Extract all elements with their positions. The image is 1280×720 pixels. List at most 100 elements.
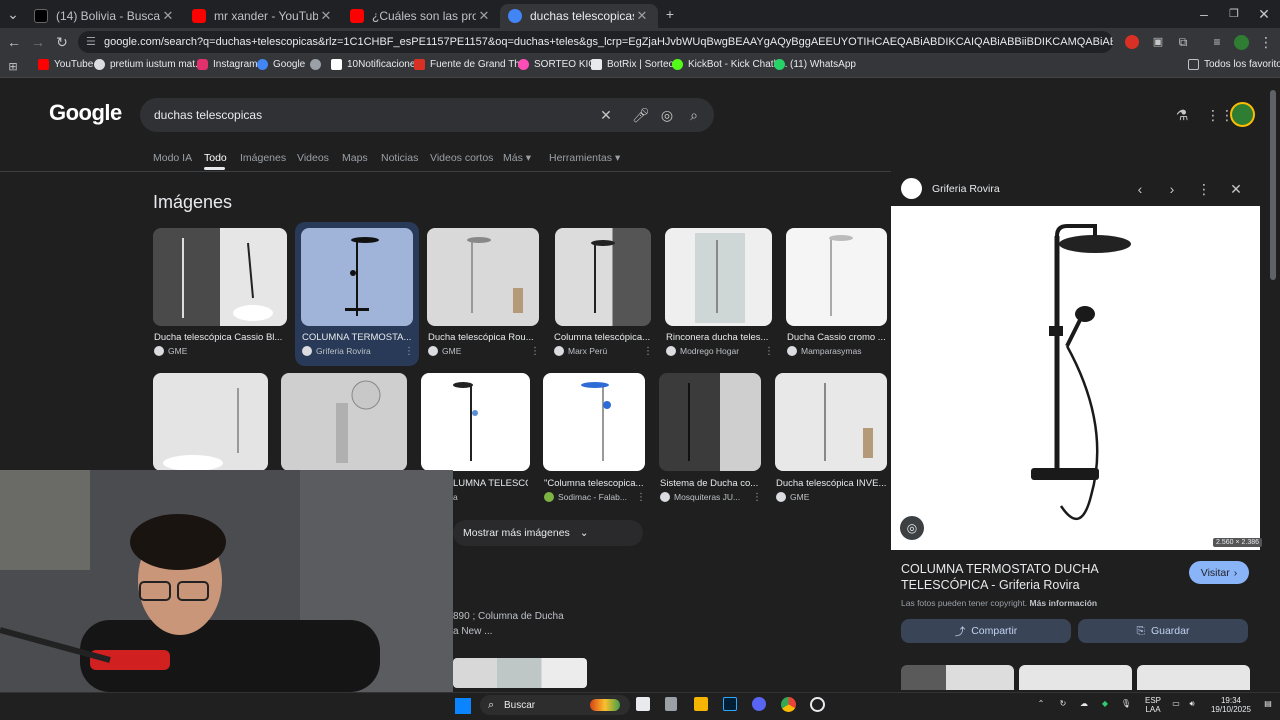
- media-controls-icon[interactable]: ≡: [1209, 34, 1225, 50]
- tab-google-search[interactable]: duchas telescopicas - Buscar co ✕: [500, 4, 658, 28]
- windows-start-icon[interactable]: [455, 698, 471, 714]
- previous-icon[interactable]: ‹: [1132, 181, 1148, 197]
- lens-camera-icon[interactable]: ◎: [659, 107, 675, 123]
- save-button[interactable]: ⎘ Guardar: [1078, 619, 1248, 643]
- bookmark-google[interactable]: Google: [257, 59, 305, 70]
- tab-videos[interactable]: Videos: [297, 152, 329, 164]
- tab-todo[interactable]: Todo: [204, 152, 227, 164]
- more-options-icon[interactable]: ⋮: [1196, 181, 1212, 197]
- maximize-icon[interactable]: ❐: [1226, 6, 1242, 22]
- related-image[interactable]: [1019, 665, 1132, 690]
- image-result-selected[interactable]: [301, 228, 413, 326]
- extensions-puzzle-icon[interactable]: ⧉: [1175, 34, 1191, 50]
- result-caption[interactable]: Sistema de Ducha co...: [660, 478, 760, 489]
- window-close-icon[interactable]: ✕: [1256, 6, 1272, 22]
- image-result[interactable]: [153, 373, 268, 471]
- result-source[interactable]: Griferia Rovira: [302, 346, 371, 356]
- image-result[interactable]: [786, 228, 887, 326]
- tab-mas[interactable]: Más ▾: [503, 152, 531, 164]
- minimize-icon[interactable]: –: [1196, 6, 1212, 22]
- profile-avatar-icon[interactable]: [1234, 35, 1249, 50]
- search-input[interactable]: duchas telescopicas: [154, 108, 262, 122]
- close-icon[interactable]: ✕: [1228, 181, 1244, 197]
- result-source[interactable]: Mamparasymas: [787, 346, 861, 356]
- image-result[interactable]: [775, 373, 887, 471]
- volume-icon[interactable]: 🔊︎: [1186, 699, 1198, 708]
- result-source[interactable]: Mosquiteras JU...: [660, 492, 740, 502]
- notification-icon[interactable]: ▤: [1262, 699, 1274, 708]
- panel-site-name[interactable]: Griferia Rovira: [932, 183, 1000, 195]
- apps-grid-icon[interactable]: ⊞: [6, 59, 20, 75]
- show-more-images-button[interactable]: Mostrar más imágenes ⌄: [453, 520, 643, 546]
- result-caption[interactable]: Ducha telescópica Rou...: [428, 332, 538, 343]
- related-image[interactable]: [1137, 665, 1250, 690]
- microphone-icon[interactable]: 🎙︎: [1120, 699, 1132, 708]
- image-result[interactable]: [659, 373, 761, 471]
- result-source[interactable]: GME: [154, 346, 187, 356]
- close-icon[interactable]: ✕: [634, 8, 650, 24]
- result-caption[interactable]: Rinconera ducha teles...: [666, 332, 771, 343]
- bookmark-pretium[interactable]: pretium iustum mat...: [94, 59, 203, 70]
- forward-icon[interactable]: →: [30, 34, 46, 50]
- image-result[interactable]: [421, 373, 530, 471]
- reload-icon[interactable]: ↻: [54, 34, 70, 50]
- chrome-menu-icon[interactable]: ⋮: [1258, 34, 1274, 50]
- more-info-link[interactable]: Más información: [1030, 598, 1098, 608]
- search-icon[interactable]: ⌕: [686, 107, 702, 123]
- bookmark-globe[interactable]: [310, 59, 326, 70]
- app-icon[interactable]: [665, 697, 677, 711]
- result-caption[interactable]: LUMNA TELESCO...: [453, 478, 528, 489]
- tab-maps[interactable]: Maps: [342, 152, 368, 164]
- result-caption[interactable]: Ducha telescópica INVE...: [776, 478, 887, 489]
- result-source[interactable]: GME: [776, 492, 809, 502]
- tab-search-icon[interactable]: ⌄: [4, 6, 22, 22]
- tab-noticias[interactable]: Noticias: [381, 152, 418, 164]
- close-icon[interactable]: ✕: [160, 8, 176, 24]
- preview-image[interactable]: ◎: [891, 206, 1260, 550]
- visit-button[interactable]: Visitar ›: [1189, 561, 1249, 584]
- bookmark-x[interactable]: 10Notificaciones: [331, 59, 420, 70]
- result-source[interactable]: a: [453, 492, 458, 502]
- scrollbar-thumb[interactable]: [1270, 90, 1276, 280]
- lens-search-icon[interactable]: ◎: [900, 516, 924, 540]
- microphone-icon[interactable]: 🎤︎: [632, 107, 650, 123]
- tray-app-icon[interactable]: ↻: [1057, 699, 1069, 708]
- close-icon[interactable]: ✕: [476, 8, 492, 24]
- new-tab-icon[interactable]: +: [662, 6, 678, 22]
- tab-modo-ia[interactable]: Modo IA: [153, 152, 192, 164]
- result-source[interactable]: Sodimac - Falab...: [544, 492, 627, 502]
- bookmark-kickbot[interactable]: KickBot - Kick Chatb...: [672, 59, 787, 70]
- result-source[interactable]: Marx Perú: [554, 346, 607, 356]
- discord-icon[interactable]: [752, 697, 766, 711]
- image-result[interactable]: [281, 373, 407, 471]
- clear-icon[interactable]: ✕: [598, 107, 614, 123]
- more-options-icon[interactable]: ⋮: [764, 346, 774, 357]
- bookmark-botrix[interactable]: BotRix | Sorteos: [591, 59, 679, 70]
- tray-chevron-icon[interactable]: ⌃: [1036, 699, 1046, 708]
- more-options-icon[interactable]: ⋮: [404, 346, 414, 357]
- image-result[interactable]: [543, 373, 645, 471]
- tab-imagenes[interactable]: Imágenes: [240, 152, 286, 164]
- bookmark-sorteo-kick[interactable]: SORTEO KICK: [518, 59, 602, 70]
- extension-icon[interactable]: ▣: [1150, 34, 1166, 50]
- image-result[interactable]: [555, 228, 651, 326]
- result-caption[interactable]: COLUMNA TERMOSTA...: [302, 332, 412, 343]
- file-explorer-icon[interactable]: [694, 697, 708, 711]
- tray-app-icon[interactable]: ◆: [1099, 699, 1111, 708]
- onedrive-icon[interactable]: ☁: [1078, 699, 1090, 708]
- account-avatar[interactable]: [1230, 102, 1255, 127]
- more-options-icon[interactable]: ⋮: [752, 492, 762, 503]
- result-caption[interactable]: Columna telescópica...: [554, 332, 652, 343]
- chrome-icon[interactable]: [781, 697, 796, 712]
- result-source[interactable]: Modrego Hogar: [666, 346, 739, 356]
- tab-youtube-1[interactable]: mr xander - YouTube ✕: [184, 4, 342, 28]
- apps-grid-icon[interactable]: ⋮⋮: [1206, 107, 1234, 123]
- tab-videos-cortos[interactable]: Videos cortos: [430, 152, 493, 164]
- search-box[interactable]: duchas telescopicas ✕ 🎤︎ ◎ ⌕: [140, 98, 714, 132]
- result-thumbnail-strip[interactable]: [453, 658, 587, 688]
- preview-title[interactable]: COLUMNA TERMOSTATO DUCHA TELESCÓPICA - G…: [901, 561, 1186, 593]
- bookmark-whatsapp[interactable]: (11) WhatsApp: [774, 59, 856, 70]
- extension-icon[interactable]: [1125, 35, 1139, 49]
- result-caption[interactable]: Ducha Cassio cromo ...: [787, 332, 887, 343]
- google-logo[interactable]: Google: [49, 100, 122, 126]
